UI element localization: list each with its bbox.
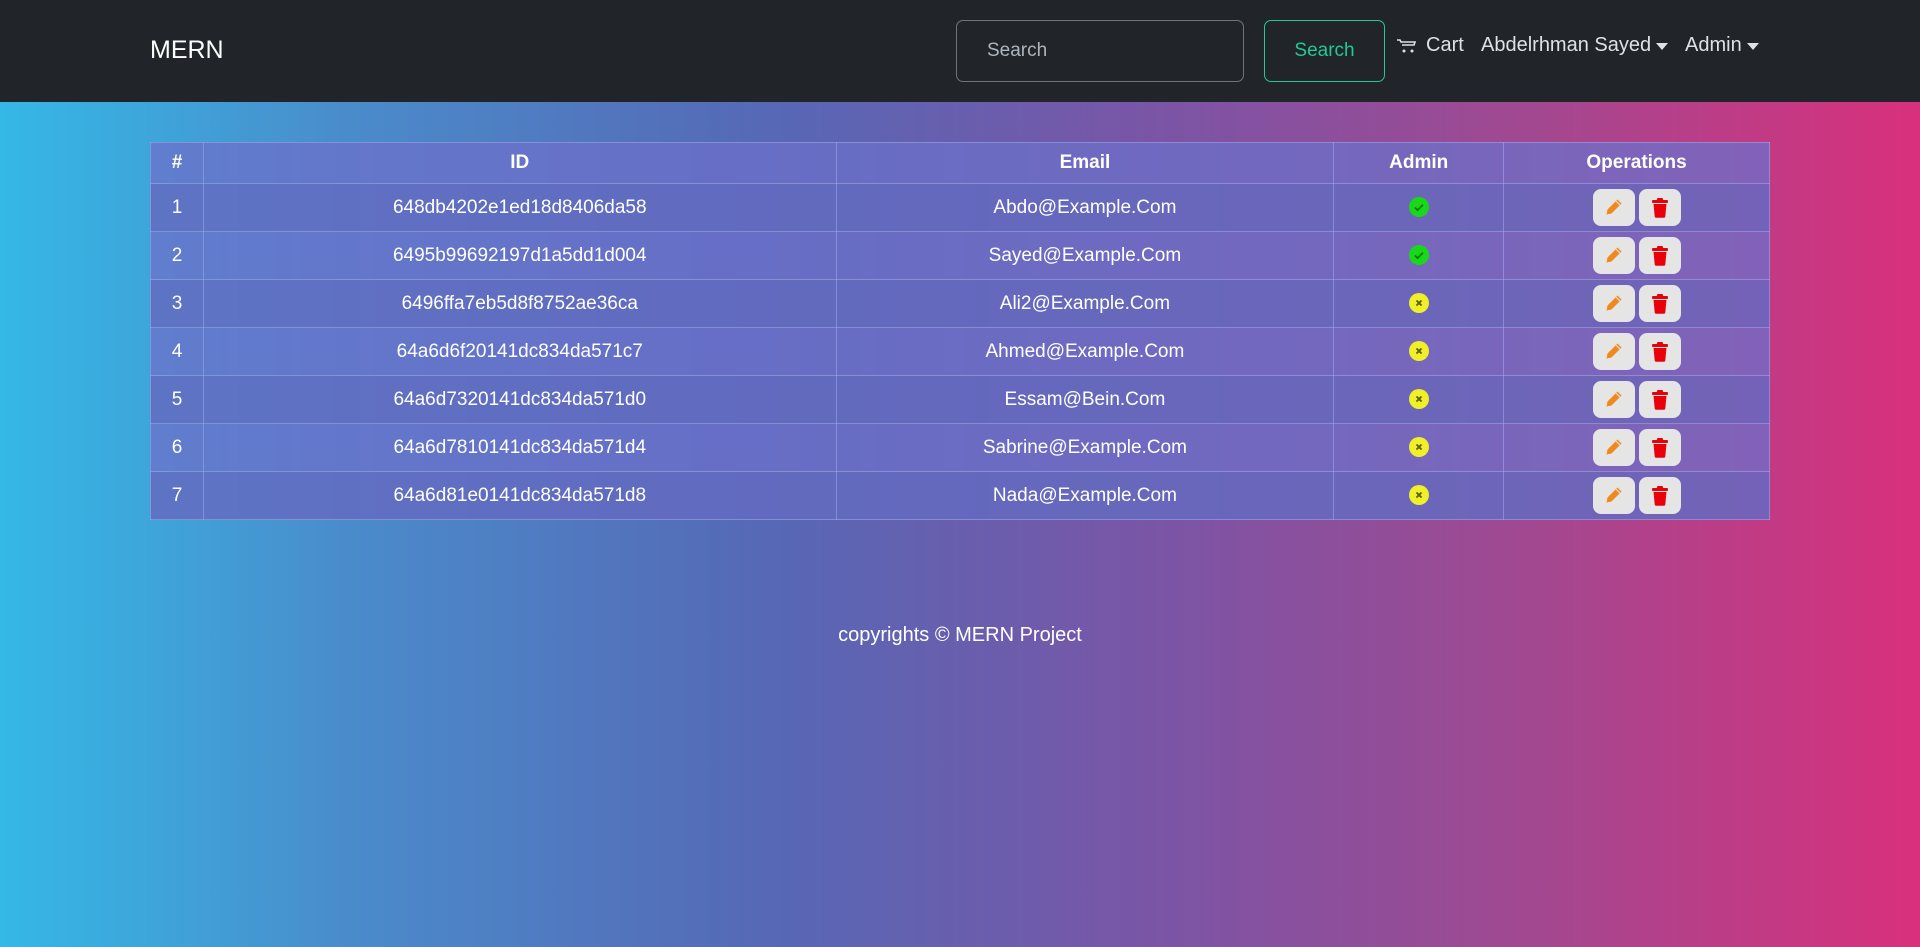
cell-email: Abdo@Example.Com (835, 183, 1335, 232)
x-circle-icon (1408, 485, 1429, 506)
cell-admin (1333, 375, 1505, 424)
cell-id: 6495b99692197d1a5dd1d004 (202, 231, 837, 280)
delete-button[interactable] (1638, 333, 1681, 370)
footer-copyright: copyrights © MERN Project (838, 624, 1082, 646)
check-circle-icon (1408, 197, 1429, 218)
table-row: 7 64a6d81e0141dc834da571d8 Nada@Example.Co… (150, 471, 1770, 520)
cell-operations (1503, 183, 1770, 232)
cell-admin (1333, 423, 1505, 472)
cell-email: Sayed@Example.Com (835, 231, 1335, 280)
cart-link[interactable]: Cart (1396, 34, 1464, 57)
column-header-email: Email (835, 142, 1335, 184)
cell-operations (1503, 327, 1770, 376)
cell-admin (1333, 279, 1505, 328)
user-dropdown[interactable]: Abdelrhman Sayed (1481, 34, 1669, 57)
cart-icon (1397, 38, 1417, 52)
table-header-row: # ID Email Admin Operations (150, 142, 1770, 184)
x-circle-icon (1408, 389, 1429, 410)
cell-operations (1503, 423, 1770, 472)
cell-admin (1333, 183, 1505, 232)
cart-label: Cart (1426, 34, 1464, 56)
chevron-down-icon (1746, 43, 1759, 50)
cell-admin (1333, 327, 1505, 376)
column-header-admin: Admin (1333, 142, 1505, 184)
cell-number: 2 (150, 231, 204, 280)
table-row: 4 64a6d6f20141dc834da571c7 Ahmed@Example.C… (150, 327, 1770, 376)
column-header-id: ID (202, 142, 837, 184)
edit-button[interactable] (1592, 477, 1635, 514)
search-button[interactable]: Search (1264, 20, 1385, 82)
cell-id: 64a6d81e0141dc834da571d8 (202, 471, 837, 520)
delete-button[interactable] (1638, 237, 1681, 274)
cell-id: 64a6d6f20141dc834da571c7 (202, 327, 837, 376)
cell-id: 648db4202e1ed18d8406da58 (202, 183, 837, 232)
x-circle-icon (1408, 293, 1429, 314)
delete-button[interactable] (1638, 429, 1681, 466)
edit-button[interactable] (1592, 333, 1635, 370)
cell-email: Ahmed@Example.Com (835, 327, 1335, 376)
cell-operations (1503, 231, 1770, 280)
cell-operations (1503, 375, 1770, 424)
cell-number: 4 (150, 327, 204, 376)
column-header-operations: Operations (1503, 142, 1770, 184)
delete-button[interactable] (1638, 477, 1681, 514)
cell-operations (1503, 279, 1770, 328)
edit-button[interactable] (1592, 381, 1635, 418)
search-input[interactable] (956, 20, 1244, 82)
navbar: MERN Search Cart Abdelrhman Sayed Admin (0, 0, 1920, 102)
cell-email: Nada@Example.Com (835, 471, 1335, 520)
edit-button[interactable] (1592, 429, 1635, 466)
delete-button[interactable] (1638, 189, 1681, 226)
column-header-number: # (150, 142, 204, 184)
user-label: Abdelrhman Sayed (1481, 34, 1652, 56)
cell-email: Essam@Bein.Com (835, 375, 1335, 424)
x-circle-icon (1408, 437, 1429, 458)
delete-button[interactable] (1638, 285, 1681, 322)
cell-number: 3 (150, 279, 204, 328)
cell-admin (1333, 231, 1505, 280)
cell-email: Sabrine@Example.Com (835, 423, 1335, 472)
admin-label: Admin (1685, 34, 1742, 56)
table-row: 2 6495b99692197d1a5dd1d004 Sayed@Example.C… (150, 231, 1770, 280)
table-row: 1 648db4202e1ed18d8406da58 Abdo@Example.Co… (150, 183, 1770, 232)
delete-button[interactable] (1638, 381, 1681, 418)
edit-button[interactable] (1592, 237, 1635, 274)
edit-button[interactable] (1592, 189, 1635, 226)
table-row: 3 6496ffa7eb5d8f8752ae36ca Ali2@Example.Co… (150, 279, 1770, 328)
edit-button[interactable] (1592, 285, 1635, 322)
users-table: # ID Email Admin Operations 1 648db4202e1… (150, 142, 1770, 520)
check-circle-icon (1408, 245, 1429, 266)
cell-number: 5 (150, 375, 204, 424)
cell-operations (1503, 471, 1770, 520)
brand-logo[interactable]: MERN (150, 36, 224, 65)
cell-number: 6 (150, 423, 204, 472)
cell-admin (1333, 471, 1505, 520)
table-row: 5 64a6d7320141dc834da571d0 Essam@Bein.Com (150, 375, 1770, 424)
cell-id: 64a6d7810141dc834da571d4 (202, 423, 837, 472)
cell-email: Ali2@Example.Com (835, 279, 1335, 328)
cell-id: 64a6d7320141dc834da571d0 (202, 375, 837, 424)
table-row: 6 64a6d7810141dc834da571d4 Sabrine@Example… (150, 423, 1770, 472)
cell-id: 6496ffa7eb5d8f8752ae36ca (202, 279, 837, 328)
cell-number: 7 (150, 471, 204, 520)
cell-number: 1 (150, 183, 204, 232)
x-circle-icon (1408, 341, 1429, 362)
chevron-down-icon (1656, 43, 1669, 50)
admin-dropdown[interactable]: Admin (1685, 34, 1759, 57)
